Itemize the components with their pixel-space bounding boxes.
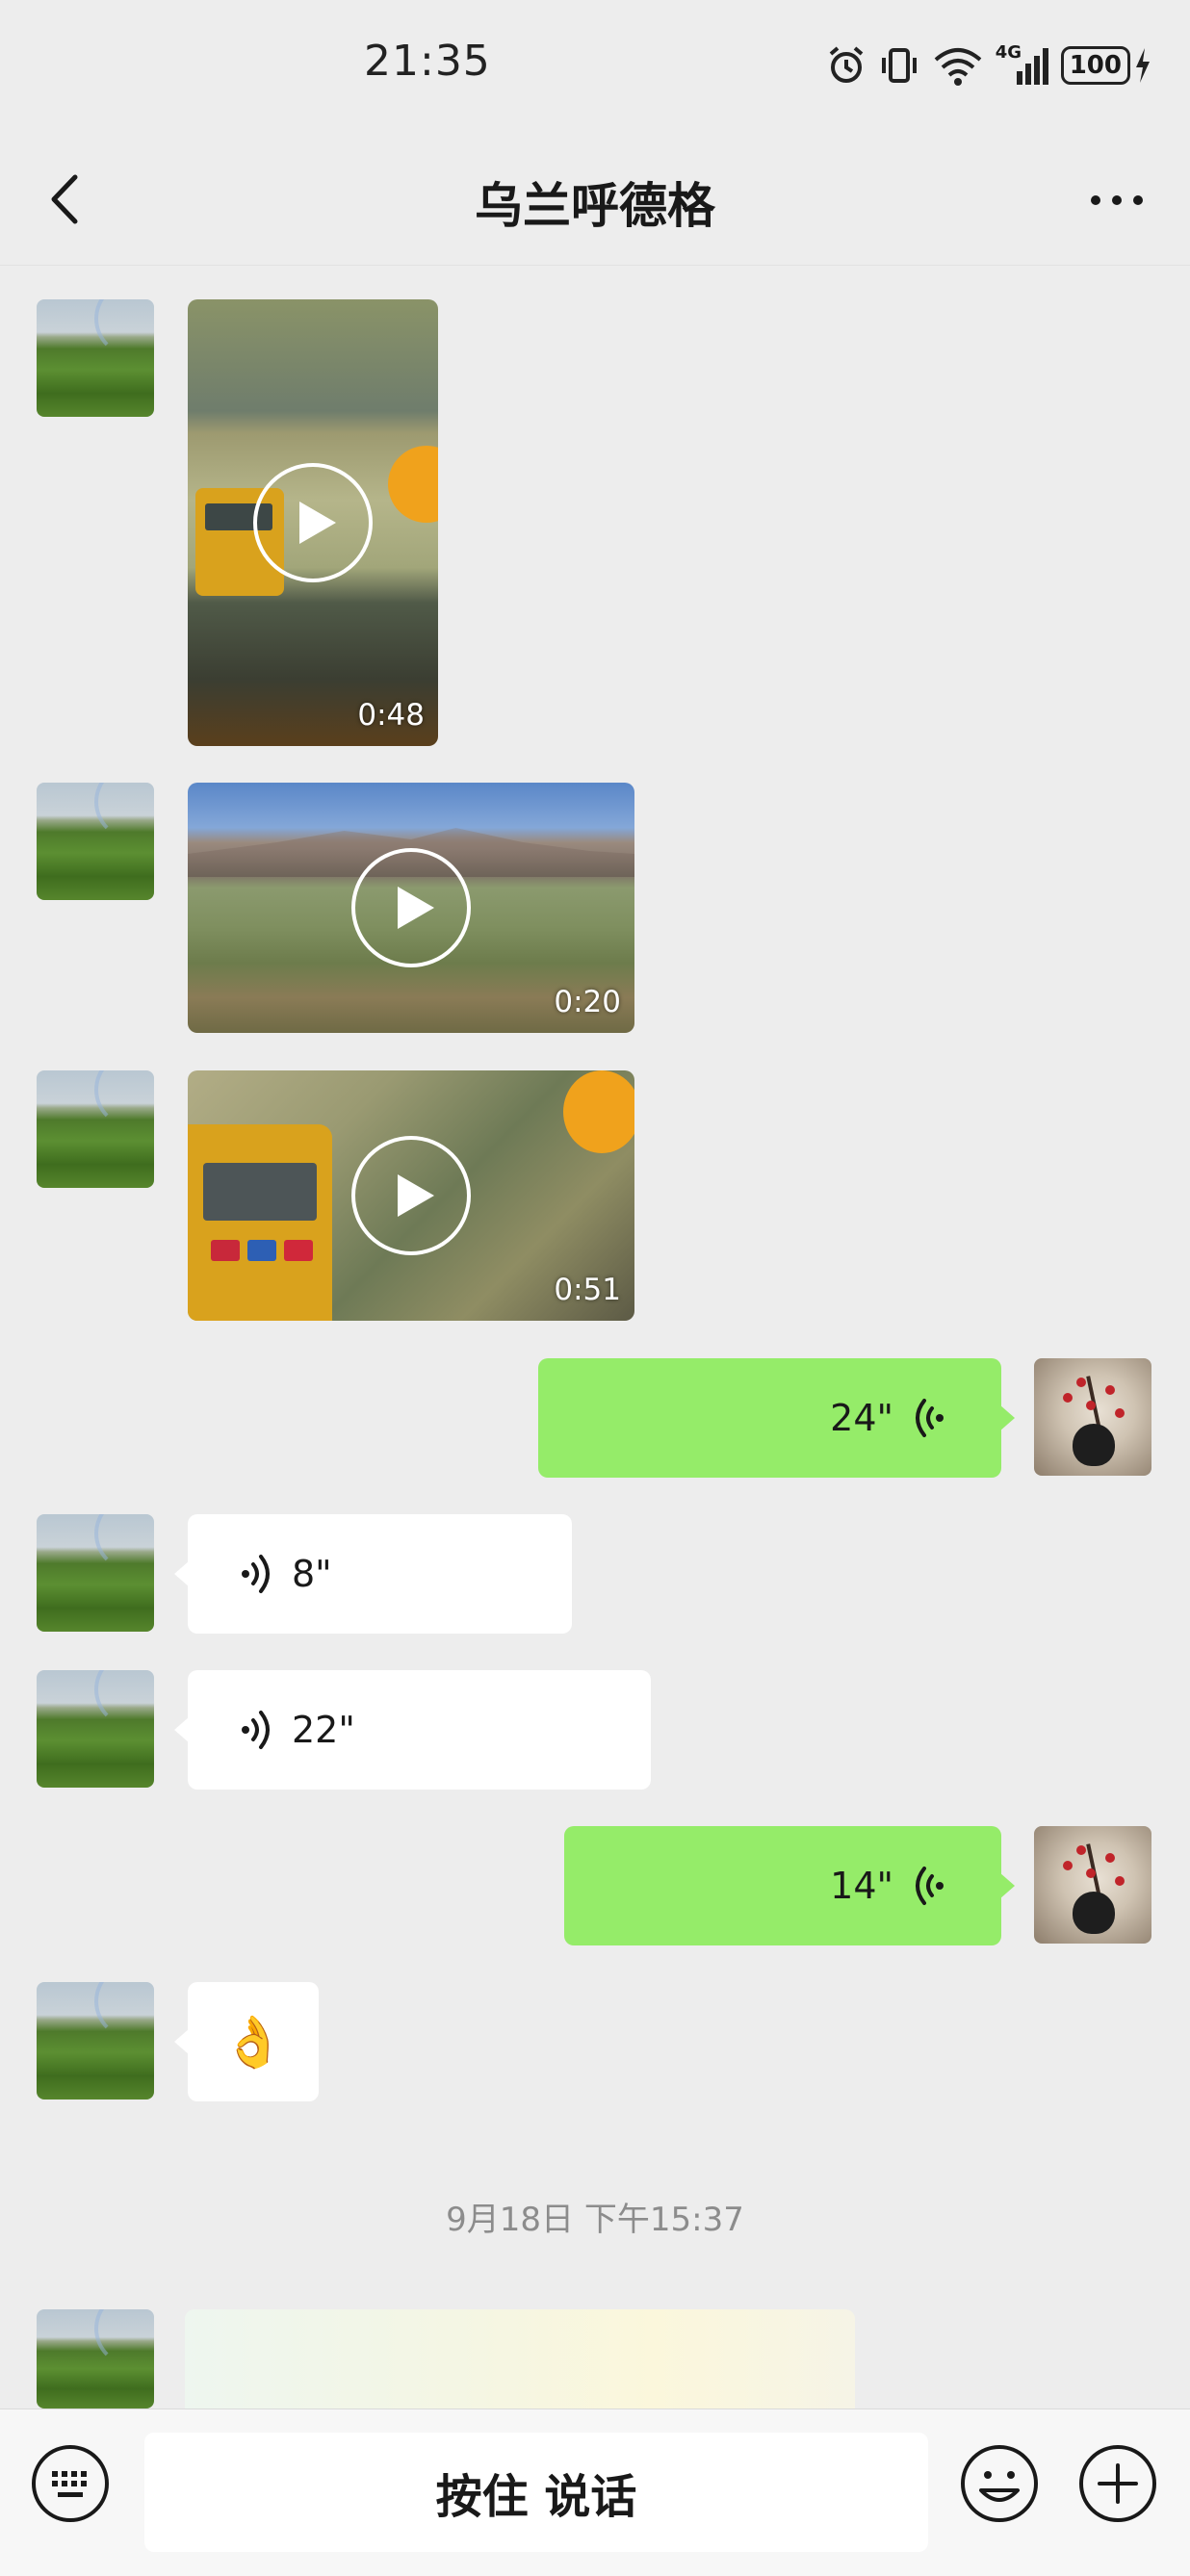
ok-hand-emoji: 👌 <box>221 2013 285 2072</box>
video-message[interactable]: 0:48 <box>188 299 438 746</box>
voice-duration: 8" <box>292 1553 332 1595</box>
voice-wave-icon <box>916 1399 944 1437</box>
orange-ball <box>563 1070 634 1153</box>
emoji-message[interactable]: 👌 <box>174 1982 319 2101</box>
voice-wave-icon <box>916 1867 944 1905</box>
contact-avatar[interactable] <box>37 1070 154 1188</box>
status-bar: 21:35 4G 100 <box>0 0 1190 131</box>
more-button[interactable] <box>1074 166 1161 233</box>
battery-level: 100 <box>1060 46 1130 85</box>
voice-message[interactable]: 22" <box>174 1670 651 1790</box>
signal-icon: 4G <box>996 42 1049 87</box>
status-time: 21:35 <box>364 37 491 86</box>
plus-circle-icon <box>1079 2445 1156 2522</box>
smiley-icon <box>961 2445 1038 2522</box>
voice-duration: 14" <box>830 1865 893 1907</box>
more-dots-icon <box>1091 195 1143 205</box>
voice-duration: 22" <box>292 1709 355 1751</box>
play-button[interactable] <box>253 463 373 582</box>
vibrate-icon <box>881 48 917 83</box>
more-functions-button[interactable] <box>1076 2442 1159 2525</box>
video-duration: 0:20 <box>554 985 621 1019</box>
image-message[interactable] <box>185 2309 855 2409</box>
message-timestamp: 9月18日 下午15:37 <box>446 2201 744 2239</box>
voice-message[interactable]: 8" <box>174 1514 572 1634</box>
contact-avatar[interactable] <box>37 783 154 900</box>
video-duration: 0:51 <box>554 1273 621 1307</box>
status-icons: 4G 100 <box>826 39 1151 92</box>
voice-message[interactable]: 14" <box>564 1826 1015 1945</box>
voice-message[interactable]: 24" <box>538 1358 1015 1478</box>
contact-avatar[interactable] <box>37 1982 154 2099</box>
chat-title: 乌兰呼德格 <box>475 178 715 234</box>
video-duration: 0:48 <box>357 698 425 733</box>
contact-avatar[interactable] <box>37 2309 154 2409</box>
play-button[interactable] <box>351 1136 471 1255</box>
nav-bar: 乌兰呼德格 <box>0 131 1190 266</box>
orange-ball <box>388 446 438 523</box>
video-message[interactable]: 0:51 <box>188 1070 634 1321</box>
my-avatar[interactable] <box>1034 1826 1151 1944</box>
keyboard-toggle-button[interactable] <box>29 2442 112 2525</box>
keyboard-icon <box>32 2445 109 2522</box>
emoji-button[interactable] <box>958 2442 1041 2525</box>
moisture-meter <box>188 1124 332 1321</box>
play-button[interactable] <box>351 848 471 967</box>
contact-avatar[interactable] <box>37 1514 154 1632</box>
hold-to-talk-button[interactable]: 按住 说话 <box>144 2433 928 2552</box>
voice-wave-icon <box>242 1555 270 1593</box>
voice-wave-icon <box>242 1711 270 1749</box>
charging-icon <box>1136 48 1150 83</box>
my-avatar[interactable] <box>1034 1358 1151 1476</box>
contact-avatar[interactable] <box>37 299 154 417</box>
voice-duration: 24" <box>830 1397 893 1439</box>
video-message[interactable]: 0:20 <box>188 783 634 1033</box>
contact-avatar[interactable] <box>37 1670 154 1788</box>
input-bar: 按住 说话 <box>0 2409 1190 2576</box>
alarm-icon <box>829 46 864 83</box>
battery-icon: 100 <box>1060 46 1151 85</box>
wifi-icon <box>934 48 982 86</box>
